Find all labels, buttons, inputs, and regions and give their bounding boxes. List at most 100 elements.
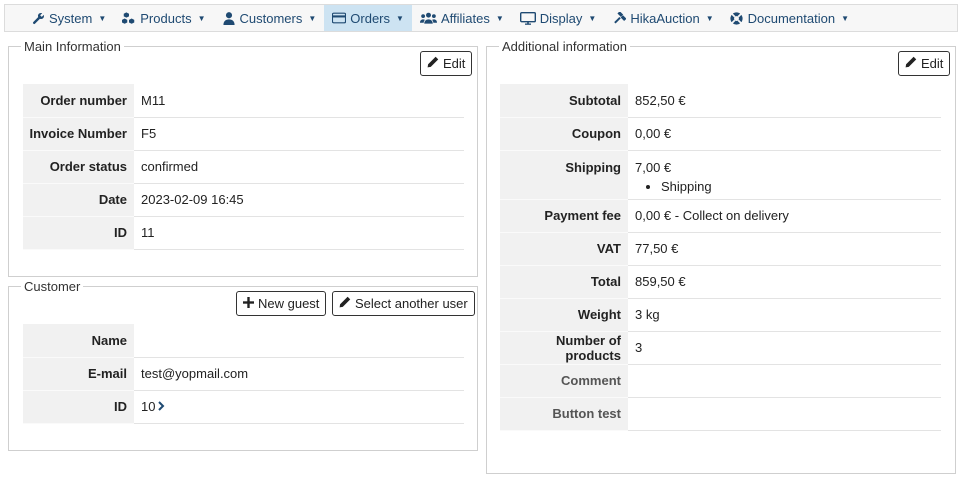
wrench-icon (31, 11, 45, 25)
cubes-icon (122, 11, 136, 25)
table-row: Button test (500, 397, 941, 431)
list-item: Shipping (661, 179, 940, 194)
field-label: VAT (500, 232, 628, 266)
caret-down-icon: ▼ (705, 13, 714, 23)
field-label: Order status (23, 150, 134, 184)
table-row: Name (23, 324, 464, 358)
caret-down-icon: ▼ (841, 13, 849, 23)
menu-label: Orders (350, 10, 391, 26)
new-guest-button[interactable]: New guest (236, 291, 327, 316)
table-row: Total 859,50 € (500, 265, 941, 299)
field-value: 859,50 € (628, 265, 941, 299)
field-label: Date (23, 183, 134, 217)
button-label: Select another user (355, 296, 468, 311)
field-label: ID (23, 390, 134, 424)
menu-system[interactable]: System ▼ (23, 5, 114, 31)
field-value: 2023-02-09 16:45 (134, 183, 464, 217)
panel-legend: Additional information (502, 39, 628, 54)
caret-down-icon: ▼ (588, 13, 597, 23)
pencil-icon (339, 296, 351, 311)
top-menu-bar: System ▼ Products ▼ Customers ▼ Orders ▼… (4, 4, 958, 32)
pencil-icon (905, 56, 917, 71)
menu-label: System (49, 10, 93, 26)
table-row: E-mail test@yopmail.com (23, 357, 464, 391)
credit-card-icon (332, 11, 347, 25)
field-label: Button test (500, 397, 628, 431)
table-row: ID 10 (23, 390, 464, 424)
menu-affiliates[interactable]: Affiliates ▼ (412, 5, 512, 31)
field-label: Comment (500, 364, 628, 398)
caret-down-icon: ▼ (495, 13, 504, 23)
menu-orders[interactable]: Orders ▼ (324, 5, 412, 31)
caret-down-icon: ▼ (197, 13, 206, 23)
field-label: ID (23, 216, 134, 250)
menu-hikaauction[interactable]: HikaAuction ▼ (604, 5, 721, 31)
field-value: 852,50 € (628, 84, 941, 118)
field-value: 3 (628, 331, 941, 365)
field-value: test@yopmail.com (134, 357, 464, 391)
table-row: ID 11 (23, 216, 464, 250)
table-row: Comment (500, 364, 941, 398)
table-row: Order number M11 (23, 84, 464, 118)
chevron-right-icon[interactable] (158, 399, 165, 414)
caret-down-icon: ▼ (98, 13, 107, 23)
field-value: F5 (134, 117, 464, 151)
customer-id-value: 10 (141, 399, 156, 414)
field-value (628, 364, 941, 398)
field-value: 77,50 € (628, 232, 941, 266)
shipping-value: 7,00 € (635, 159, 672, 175)
field-label: Subtotal (500, 84, 628, 118)
field-label: Coupon (500, 117, 628, 151)
field-label: Name (23, 324, 134, 358)
select-another-user-button[interactable]: Select another user (332, 291, 475, 316)
button-label: New guest (258, 296, 320, 311)
table-row: Shipping 7,00 € Shipping (500, 150, 941, 200)
menu-label: HikaAuction (630, 10, 700, 26)
main-edit-button[interactable]: Edit (420, 51, 473, 76)
table-row: Weight 3 kg (500, 298, 941, 332)
additional-info-table: Subtotal 852,50 € Coupon 0,00 € Shipping 7… (500, 84, 941, 431)
table-row: Date 2023-02-09 16:45 (23, 183, 464, 217)
menu-label: Display (539, 10, 583, 26)
field-label: Total (500, 265, 628, 299)
menu-products[interactable]: Products ▼ (114, 5, 213, 31)
user-icon (222, 11, 236, 25)
main-info-table: Order number M11 Invoice Number F5 Order s… (23, 84, 464, 250)
table-row: Payment fee 0,00 € - Collect on delivery (500, 199, 941, 233)
table-row: Number of products 3 (500, 331, 941, 365)
caret-down-icon: ▼ (308, 13, 317, 23)
field-label: Number of products (500, 331, 628, 365)
menu-customers[interactable]: Customers ▼ (214, 5, 325, 31)
field-label: Shipping (500, 150, 628, 200)
gavel-icon (612, 11, 626, 25)
customer-table: Name E-mail test@yopmail.com ID 10 (23, 324, 464, 424)
shipping-methods-list: Shipping (635, 179, 940, 194)
plus-icon (243, 296, 254, 311)
caret-down-icon: ▼ (396, 13, 404, 23)
table-row: Coupon 0,00 € (500, 117, 941, 151)
field-value: 11 (134, 216, 464, 250)
lifebuoy-icon (730, 11, 744, 25)
field-value: 0,00 € - Collect on delivery (628, 199, 941, 233)
menu-label: Documentation (747, 10, 836, 26)
menu-display[interactable]: Display ▼ (512, 5, 605, 31)
monitor-icon (519, 11, 536, 25)
field-label: Weight (500, 298, 628, 332)
menu-label: Affiliates (440, 10, 490, 26)
field-value: 3 kg (628, 298, 941, 332)
field-value (134, 324, 464, 358)
field-value: M11 (134, 84, 464, 118)
button-label: Edit (443, 56, 466, 71)
menu-label: Products (140, 10, 192, 26)
panel-legend: Main Information (24, 39, 121, 54)
menu-documentation[interactable]: Documentation ▼ (722, 5, 857, 31)
table-row: Order status confirmed (23, 150, 464, 184)
users-icon (419, 11, 437, 25)
additional-edit-button[interactable]: Edit (898, 51, 951, 76)
field-value: confirmed (134, 150, 464, 184)
table-row: Subtotal 852,50 € (500, 84, 941, 118)
field-value (628, 397, 941, 431)
field-value: 0,00 € (628, 117, 941, 151)
table-row: VAT 77,50 € (500, 232, 941, 266)
field-label: E-mail (23, 357, 134, 391)
